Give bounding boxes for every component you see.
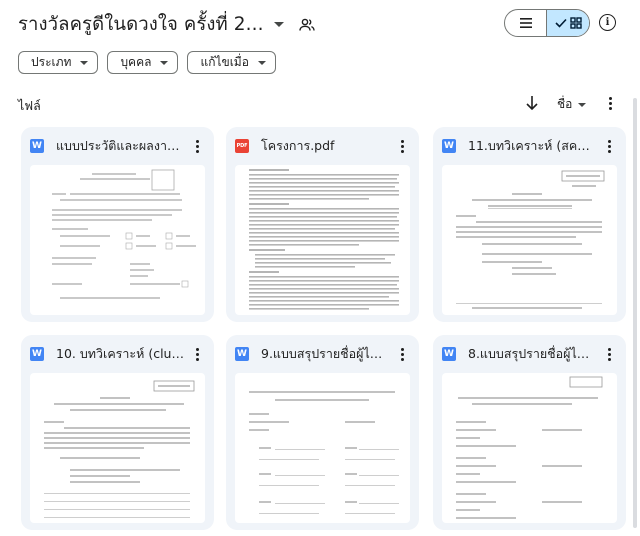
file-thumbnail bbox=[235, 373, 410, 523]
more-options-icon[interactable] bbox=[606, 347, 612, 361]
word-doc-icon: W bbox=[442, 139, 456, 153]
word-doc-icon: W bbox=[235, 347, 249, 361]
folder-title: รางวัลครูดีในดวงใจ ครั้งที่ 2... bbox=[18, 14, 264, 35]
chevron-down-icon bbox=[578, 102, 587, 107]
file-card[interactable]: W 8.แบบสรุปรายชื่อผู้ได้รับ... bbox=[433, 335, 626, 530]
file-thumbnail bbox=[442, 373, 617, 523]
filter-people-chip[interactable]: บุคคล bbox=[107, 51, 179, 74]
file-thumbnail bbox=[442, 165, 617, 315]
chevron-down-icon bbox=[257, 60, 266, 65]
file-card[interactable]: W 9.แบบสรุปรายชื่อผู้ได้รับ... bbox=[226, 335, 419, 530]
filter-type-chip[interactable]: ประเภท bbox=[18, 51, 99, 74]
more-options-icon[interactable] bbox=[194, 347, 200, 361]
grid-view-button[interactable] bbox=[547, 10, 589, 36]
file-card-header: W 10. บทวิเคราะห์ (cluste... bbox=[21, 335, 214, 373]
file-card-header: W 11.บทวิเคราะห์ (สคศ.).d... bbox=[433, 127, 626, 165]
more-options-icon[interactable] bbox=[194, 139, 200, 153]
grid-icon bbox=[569, 17, 582, 29]
file-card[interactable]: W แบบประวัติและผลงาน.d... bbox=[21, 127, 214, 322]
word-doc-icon: W bbox=[30, 139, 44, 153]
file-card[interactable]: W 11.บทวิเคราะห์ (สคศ.).d... bbox=[433, 127, 626, 322]
filter-modified-label: แก้ไขเมื่อ bbox=[200, 55, 249, 69]
filter-type-label: ประเภท bbox=[31, 55, 72, 69]
sort-by-button[interactable]: ชื่อ bbox=[557, 95, 587, 114]
list-icon bbox=[519, 18, 532, 28]
file-card-header: W แบบประวัติและผลงาน.d... bbox=[21, 127, 214, 165]
folder-title-button[interactable]: รางวัลครูดีในดวงใจ ครั้งที่ 2... bbox=[18, 10, 316, 39]
vertical-scrollbar[interactable] bbox=[633, 98, 637, 528]
sort-by-label: ชื่อ bbox=[557, 97, 573, 111]
file-thumbnail bbox=[30, 373, 205, 523]
chevron-down-icon bbox=[273, 22, 284, 27]
more-options-icon[interactable] bbox=[399, 347, 405, 361]
file-card-header: PDF โครงการ.pdf bbox=[226, 127, 419, 165]
file-thumbnail bbox=[235, 165, 410, 315]
chevron-down-icon bbox=[80, 60, 89, 65]
list-view-button[interactable] bbox=[505, 10, 547, 36]
files-section-label: ไฟล์ bbox=[18, 98, 41, 113]
filter-chips: ประเภท บุคคล แก้ไขเมื่อ bbox=[18, 51, 276, 74]
file-name: แบบประวัติและผลงาน.d... bbox=[56, 138, 184, 153]
more-options-icon[interactable] bbox=[605, 95, 615, 111]
header: รางวัลครูดีในดวงใจ ครั้งที่ 2... i bbox=[0, 0, 640, 46]
chevron-down-icon bbox=[160, 60, 169, 65]
file-card-header: W 8.แบบสรุปรายชื่อผู้ได้รับ... bbox=[433, 335, 626, 373]
more-options-icon[interactable] bbox=[606, 139, 612, 153]
file-name: 9.แบบสรุปรายชื่อผู้ได้รับ... bbox=[261, 346, 389, 361]
filter-modified-chip[interactable]: แก้ไขเมื่อ bbox=[187, 51, 276, 74]
file-name: 10. บทวิเคราะห์ (cluste... bbox=[56, 346, 184, 361]
file-name: 8.แบบสรุปรายชื่อผู้ได้รับ... bbox=[468, 346, 596, 361]
check-icon bbox=[554, 18, 567, 28]
file-thumbnail bbox=[30, 165, 205, 315]
word-doc-icon: W bbox=[442, 347, 456, 361]
shared-people-icon[interactable] bbox=[298, 16, 316, 34]
more-options-icon[interactable] bbox=[399, 139, 405, 153]
pdf-icon: PDF bbox=[235, 139, 249, 153]
view-toggle bbox=[504, 9, 590, 37]
filter-people-label: บุคคล bbox=[120, 55, 152, 69]
file-card-header: W 9.แบบสรุปรายชื่อผู้ได้รับ... bbox=[226, 335, 419, 373]
file-name: 11.บทวิเคราะห์ (สคศ.).d... bbox=[468, 138, 596, 153]
info-icon[interactable]: i bbox=[599, 14, 616, 31]
file-name: โครงการ.pdf bbox=[261, 138, 335, 153]
file-card[interactable]: W 10. บทวิเคราะห์ (cluste... bbox=[21, 335, 214, 530]
sort-direction-arrow-icon[interactable] bbox=[524, 94, 540, 112]
word-doc-icon: W bbox=[30, 347, 44, 361]
file-card[interactable]: PDF โครงการ.pdf bbox=[226, 127, 419, 322]
